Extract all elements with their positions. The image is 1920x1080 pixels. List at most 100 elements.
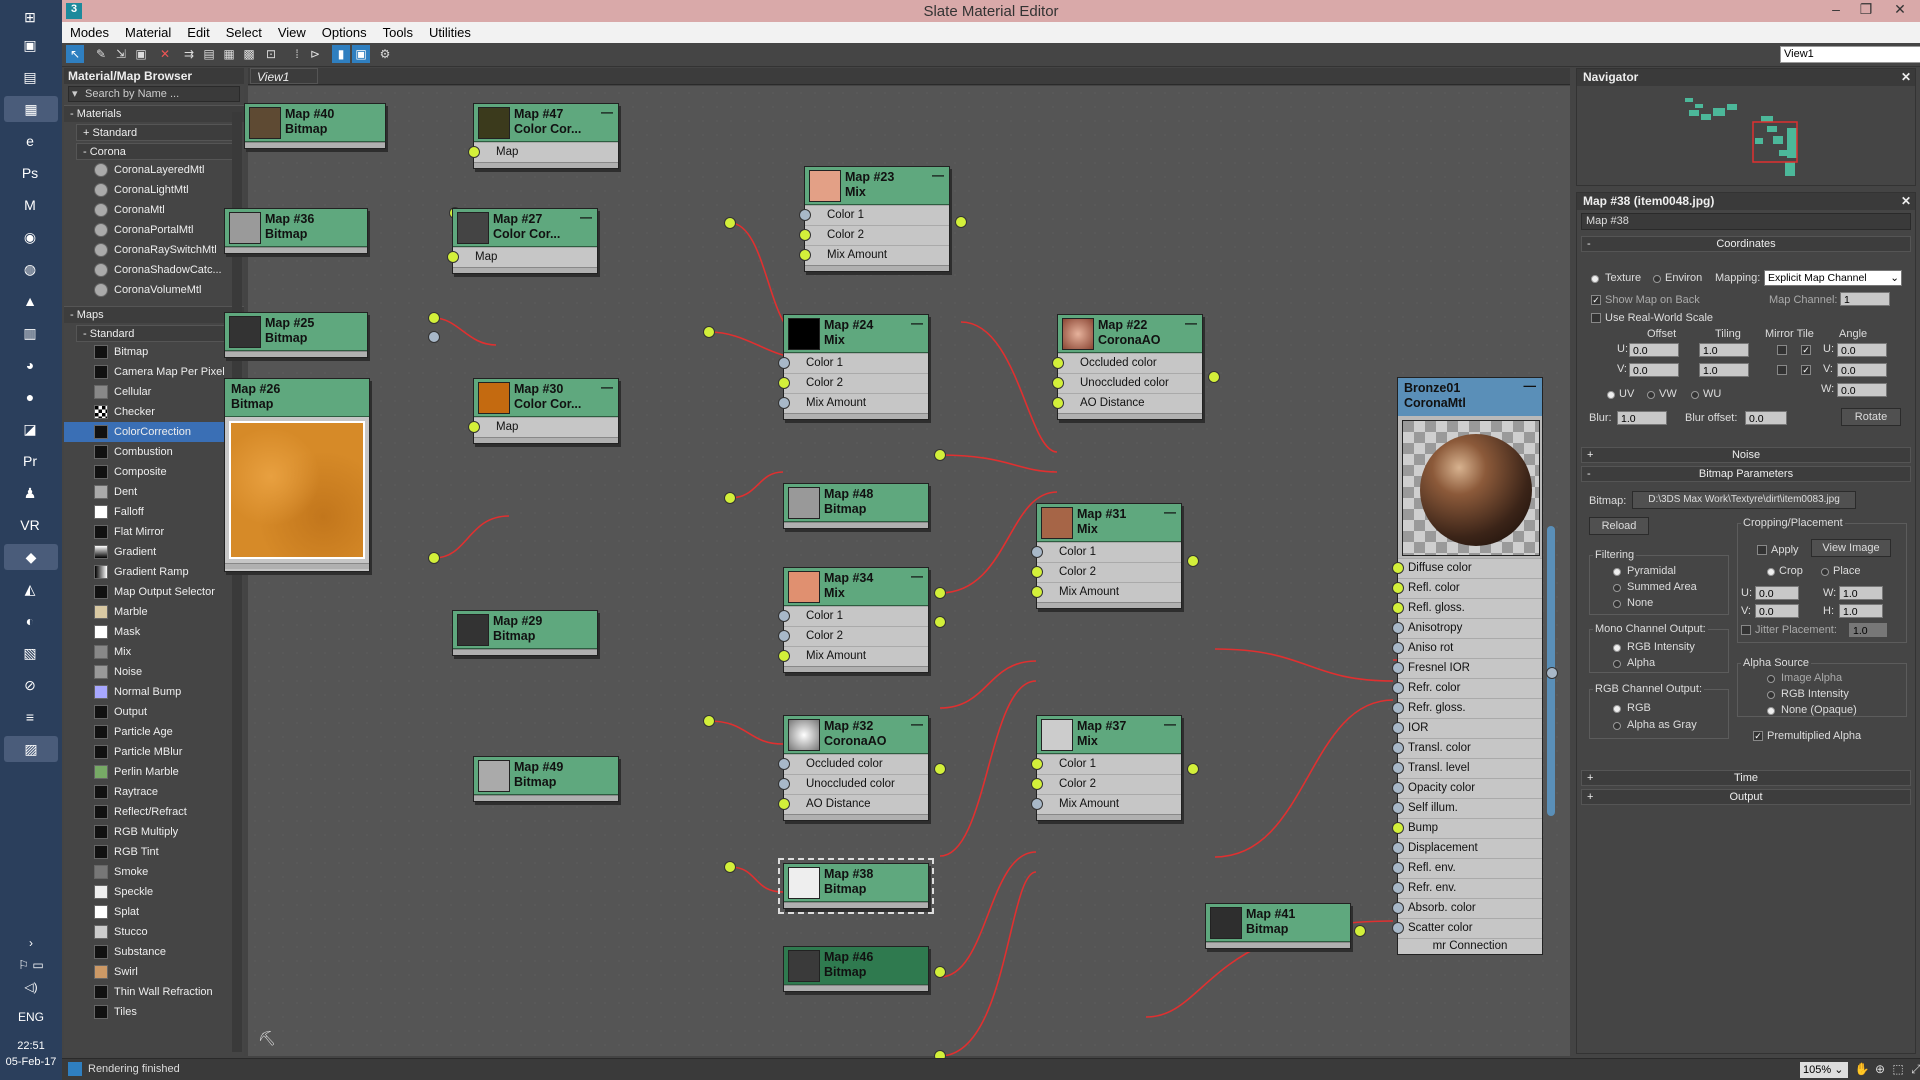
output-socket[interactable] (1187, 555, 1199, 567)
menu-edit[interactable]: Edit (179, 25, 217, 40)
rotate-button[interactable]: Rotate (1841, 408, 1901, 426)
node-map-29[interactable]: Map #29 Bitmap (452, 610, 598, 656)
coordinates-rollout[interactable]: - Coordinates (1581, 236, 1911, 252)
zoom-extents-icon[interactable]: ⤢ (1908, 1062, 1920, 1078)
app-icon[interactable]: ▨ (4, 736, 58, 762)
input-socket[interactable] (468, 421, 480, 433)
rgb-intensity-source-radio[interactable] (1767, 691, 1775, 699)
output-socket[interactable] (703, 715, 715, 727)
input-socket[interactable] (1052, 377, 1064, 389)
input-socket[interactable] (1392, 782, 1404, 794)
node-bronze01-material[interactable]: Bronze01 CoronaMtl — Diffuse color Refl. co… (1392, 377, 1543, 955)
search-options-icon[interactable]: ▾ (72, 87, 78, 100)
output-socket[interactable] (1354, 925, 1366, 937)
map-item[interactable]: Dent (64, 482, 244, 502)
node-map-38[interactable]: Map #38 Bitmap (778, 858, 934, 914)
map-item[interactable]: Marble (64, 602, 244, 622)
output-socket[interactable] (934, 616, 946, 628)
crop-h-field[interactable]: 1.0 (1839, 604, 1883, 618)
input-socket[interactable] (1031, 586, 1043, 598)
node-map-41[interactable]: Map #41 Bitmap (1205, 903, 1351, 949)
standard-materials-group[interactable]: + Standard (76, 124, 240, 141)
u-tile-checkbox[interactable]: ✓ (1801, 345, 1811, 355)
u-mirror-checkbox[interactable] (1777, 345, 1787, 355)
blur-field[interactable]: 1.0 (1617, 411, 1667, 425)
node-map-46[interactable]: Map #46 Bitmap (783, 946, 929, 992)
corona-material-item[interactable]: CoronaShadowCatc... (64, 260, 244, 280)
material-slot[interactable]: Displacement (1392, 838, 1542, 858)
node-map-47[interactable]: Map #47 Color Cor... — Map (468, 103, 619, 169)
jitter-field[interactable]: 1.0 (1849, 623, 1887, 637)
crop-u-field[interactable]: 0.0 (1755, 586, 1799, 600)
output-socket[interactable] (934, 587, 946, 599)
corona-material-item[interactable]: CoronaPortalMtl (64, 220, 244, 240)
output-socket[interactable] (955, 216, 967, 228)
zoom-region-icon[interactable]: ⬚ (1890, 1062, 1906, 1078)
pick-material-icon[interactable]: ✎ (92, 45, 110, 63)
map-item[interactable]: Gradient Ramp (64, 562, 244, 582)
map-channel-field[interactable]: 1 (1840, 292, 1890, 306)
jitter-checkbox[interactable] (1741, 625, 1751, 635)
crop-v-field[interactable]: 0.0 (1755, 604, 1799, 618)
map-item[interactable]: Combustion (64, 442, 244, 462)
volume-icon[interactable]: ◁) (0, 980, 62, 994)
premult-checkbox[interactable]: ✓ (1753, 731, 1763, 741)
node-map-37[interactable]: Map #37 Mix — Color 1 Color 2 Mix Amount (1031, 715, 1182, 821)
standard-maps-group[interactable]: - Standard (76, 325, 240, 342)
tab-view1[interactable]: View1 (250, 68, 318, 84)
vw-radio[interactable] (1647, 391, 1655, 399)
environ-radio[interactable] (1653, 275, 1661, 283)
node-map-40[interactable]: Map #40 Bitmap (244, 103, 386, 149)
map-item[interactable]: Particle MBlur (64, 742, 244, 762)
app-icon[interactable]: ▣ (15, 32, 45, 58)
input-socket[interactable] (1392, 602, 1404, 614)
show-map-checkbox[interactable]: ✓ (1591, 295, 1601, 305)
map-name-field[interactable]: Map #38 (1581, 213, 1911, 230)
map-item[interactable]: ColorCorrection (64, 422, 244, 442)
input-socket[interactable] (1392, 642, 1404, 654)
reload-button[interactable]: Reload (1589, 517, 1649, 535)
v-angle-field[interactable]: 0.0 (1837, 363, 1887, 377)
material-slot[interactable]: Diffuse color (1392, 558, 1542, 578)
rgb-radio[interactable] (1613, 705, 1621, 713)
material-slot[interactable]: Anisotropy (1392, 618, 1542, 638)
input-socket[interactable] (778, 650, 790, 662)
input-socket[interactable] (1031, 566, 1043, 578)
node-map-34[interactable]: Map #34 Mix — Color 1 Color 2 Mix Amount (778, 567, 929, 673)
map-item[interactable]: Stucco (64, 922, 244, 942)
map-item[interactable]: Falloff (64, 502, 244, 522)
corona-material-item[interactable]: CoronaRaySwitchMtl (64, 240, 244, 260)
input-socket[interactable] (799, 249, 811, 261)
app-icon[interactable]: ◪ (15, 416, 45, 442)
show-map-icon[interactable]: ▦ (220, 45, 238, 63)
menu-view[interactable]: View (270, 25, 314, 40)
node-map-31[interactable]: Map #31 Mix — Color 1 Color 2 Mix Amount (1031, 503, 1182, 609)
input-socket[interactable] (1392, 882, 1404, 894)
v-tile-checkbox[interactable]: ✓ (1801, 365, 1811, 375)
input-socket[interactable] (1052, 397, 1064, 409)
3dsmax-icon[interactable]: ◆ (4, 544, 58, 570)
material-id-icon[interactable]: ⊡ (262, 45, 280, 63)
map-item[interactable]: RGB Multiply (64, 822, 244, 842)
output-socket[interactable] (703, 326, 715, 338)
none-radio[interactable] (1613, 600, 1621, 608)
vray-icon[interactable]: VR (15, 512, 45, 538)
summed-radio[interactable] (1613, 584, 1621, 592)
map-item[interactable]: Thin Wall Refraction (64, 982, 244, 1002)
select-by-material-icon[interactable]: ⚙ (376, 45, 394, 63)
texture-radio[interactable] (1591, 275, 1599, 283)
input-socket[interactable] (1392, 802, 1404, 814)
app-icon[interactable]: ▥ (15, 320, 45, 346)
bitmap-params-rollout[interactable]: - Bitmap Parameters (1581, 466, 1911, 482)
material-slot[interactable]: Refr. env. (1392, 878, 1542, 898)
map-item[interactable]: Checker (64, 402, 244, 422)
input-socket[interactable] (778, 758, 790, 770)
close-icon[interactable]: ✕ (1901, 70, 1911, 84)
input-socket[interactable] (778, 798, 790, 810)
material-slot[interactable]: Bump (1392, 818, 1542, 838)
map-item[interactable]: Map Output Selector (64, 582, 244, 602)
zoom-dropdown[interactable]: 105% ⌄ (1800, 1062, 1848, 1078)
material-slot[interactable]: Transl. color (1392, 738, 1542, 758)
node-map-24[interactable]: Map #24 Mix — Color 1 Color 2 Mix Amount (778, 314, 929, 420)
output-socket[interactable] (934, 966, 946, 978)
